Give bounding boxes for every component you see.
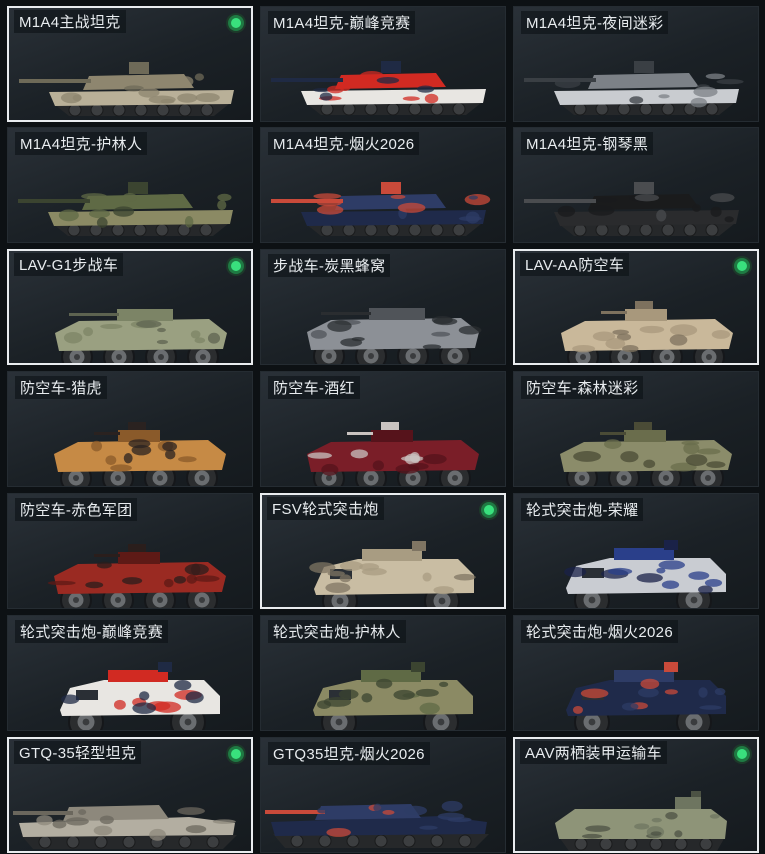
tank-vehicle-image: [271, 182, 491, 237]
vehicle-name: LAV-AA防空车: [520, 253, 630, 276]
vehicle-card[interactable]: 轮式突击炮-荣耀: [513, 493, 759, 609]
vehicle-card[interactable]: 轮式突击炮-烟火2026: [513, 615, 759, 731]
vehicle-card[interactable]: 防空车-赤色军团: [7, 493, 253, 609]
vehicle-name: LAV-G1步战车: [14, 253, 124, 276]
aa-vehicle-image: [561, 301, 733, 363]
ifv-vehicle-image: [55, 309, 227, 363]
aa-vehicle-image: [47, 544, 226, 608]
fsv-vehicle-image: [313, 662, 473, 730]
vehicle-card[interactable]: 防空车-酒红: [260, 371, 506, 487]
fsv-vehicle-image: [309, 541, 476, 607]
aa-vehicle-image: [560, 422, 732, 486]
vehicle-name: FSV轮式突击炮: [267, 497, 384, 520]
fsv-vehicle-image: [566, 662, 726, 730]
vehicle-card[interactable]: GTQ-35轻型坦克: [7, 737, 253, 853]
tank-vehicle-image: [271, 61, 486, 116]
aa-vehicle-image: [307, 422, 479, 486]
vehicle-card[interactable]: 步战车-炭黑蜂窝: [260, 249, 506, 365]
vehicle-grid: M1A4主战坦克 M1A4坦克-巅峰竞赛 M1A4坦克-夜间迷彩 M1A4坦克-护林人…: [0, 0, 765, 854]
vehicle-card[interactable]: GTQ35坦克-烟火2026: [260, 737, 506, 853]
vehicle-card[interactable]: M1A4坦克-烟火2026: [260, 127, 506, 243]
light-vehicle-image: [13, 805, 237, 849]
vehicle-card[interactable]: M1A4主战坦克: [7, 6, 253, 122]
fsv-vehicle-image: [60, 662, 220, 730]
vehicle-card[interactable]: LAV-AA防空车: [513, 249, 759, 365]
vehicle-name: AAV两栖装甲运输车: [520, 741, 667, 764]
vehicle-card[interactable]: AAV两栖装甲运输车: [513, 737, 759, 853]
vehicle-card[interactable]: 轮式突击炮-巅峰竞赛: [7, 615, 253, 731]
equipped-status-icon: [228, 15, 244, 31]
vehicle-card[interactable]: M1A4坦克-夜间迷彩: [513, 6, 759, 122]
vehicle-card[interactable]: M1A4坦克-护林人: [7, 127, 253, 243]
vehicle-name: M1A4主战坦克: [14, 10, 126, 33]
tank-vehicle-image: [524, 182, 739, 237]
vehicle-card[interactable]: 防空车-森林迷彩: [513, 371, 759, 487]
tank-vehicle-image: [524, 61, 744, 116]
vehicle-card[interactable]: FSV轮式突击炮: [260, 493, 506, 609]
equipped-status-icon: [734, 258, 750, 274]
aav-vehicle-image: [555, 791, 727, 851]
tank-vehicle-image: [18, 182, 233, 237]
vehicle-name: GTQ-35轻型坦克: [14, 741, 142, 764]
vehicle-card[interactable]: LAV-G1步战车: [7, 249, 253, 365]
vehicle-card[interactable]: M1A4坦克-钢琴黑: [513, 127, 759, 243]
vehicle-card[interactable]: 轮式突击炮-护林人: [260, 615, 506, 731]
ifv-vehicle-image: [307, 308, 482, 364]
aa-vehicle-image: [54, 422, 226, 486]
vehicle-card[interactable]: M1A4坦克-巅峰竞赛: [260, 6, 506, 122]
equipped-status-icon: [228, 746, 244, 762]
fsv-vehicle-image: [564, 540, 726, 608]
vehicle-card[interactable]: 防空车-猎虎: [7, 371, 253, 487]
light-vehicle-image: [265, 800, 489, 848]
equipped-status-icon: [228, 258, 244, 274]
equipped-status-icon: [481, 502, 497, 518]
equipped-status-icon: [734, 746, 750, 762]
tank-vehicle-image: [19, 62, 234, 117]
